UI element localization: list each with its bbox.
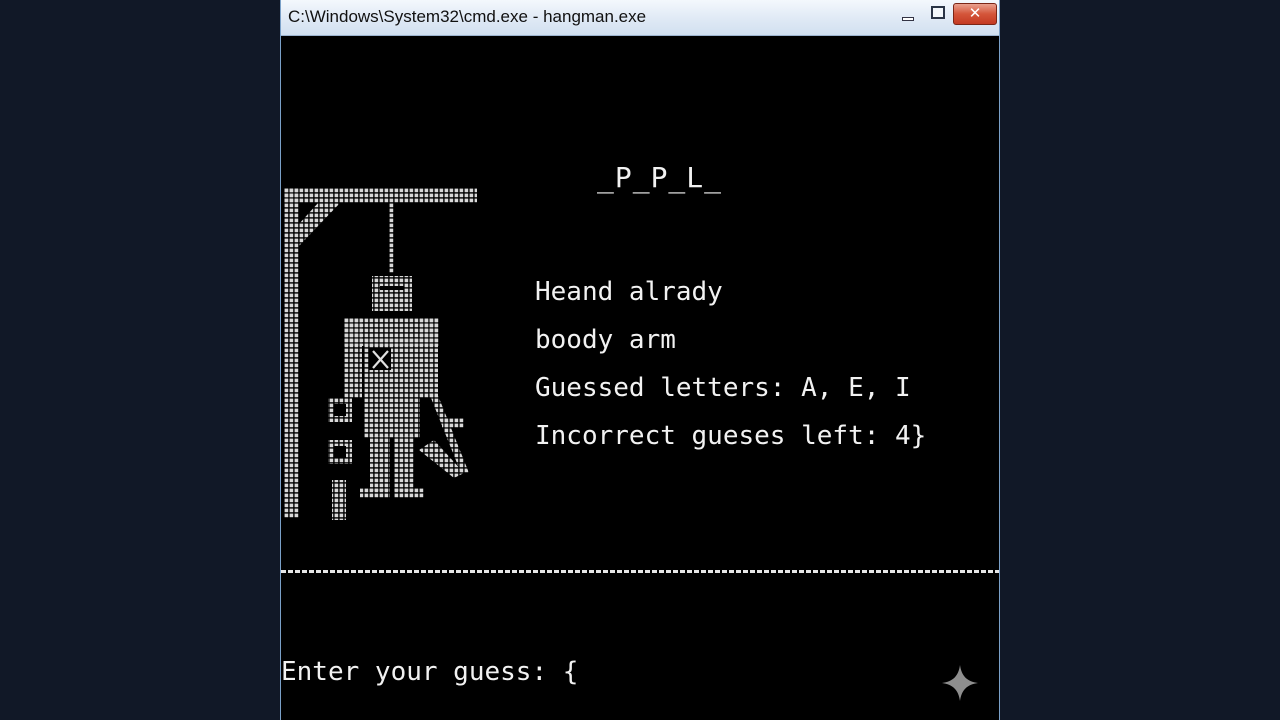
status-line-1: Heand alrady (535, 277, 723, 307)
close-button[interactable]: ✕ (953, 3, 997, 25)
guess-input-prompt[interactable]: Enter your guess: { (281, 657, 578, 687)
title-bar[interactable]: C:\Windows\System32\cmd.exe - hangman.ex… (281, 0, 999, 36)
maximize-icon (931, 6, 945, 19)
console-area[interactable]: _P_P_L_ Heand alrady boody arm Guessed l… (281, 36, 999, 720)
sparkle-icon (942, 665, 978, 701)
guessed-letters-text: Guessed letters: A, E, I (535, 373, 911, 403)
word-display: _P_P_L_ (597, 161, 723, 194)
minimize-button[interactable] (893, 3, 923, 25)
hangman-figure-icon (284, 188, 477, 520)
divider-line (281, 570, 999, 573)
window-title: C:\Windows\System32\cmd.exe - hangman.ex… (288, 7, 647, 26)
minimize-icon (902, 17, 914, 21)
maximize-button[interactable] (925, 3, 953, 25)
status-line-2: boody arm (535, 325, 676, 355)
console-window: C:\Windows\System32\cmd.exe - hangman.ex… (280, 0, 1000, 720)
incorrect-guesses-text: Incorrect gueses left: 4} (535, 421, 927, 451)
close-icon: ✕ (968, 4, 982, 22)
